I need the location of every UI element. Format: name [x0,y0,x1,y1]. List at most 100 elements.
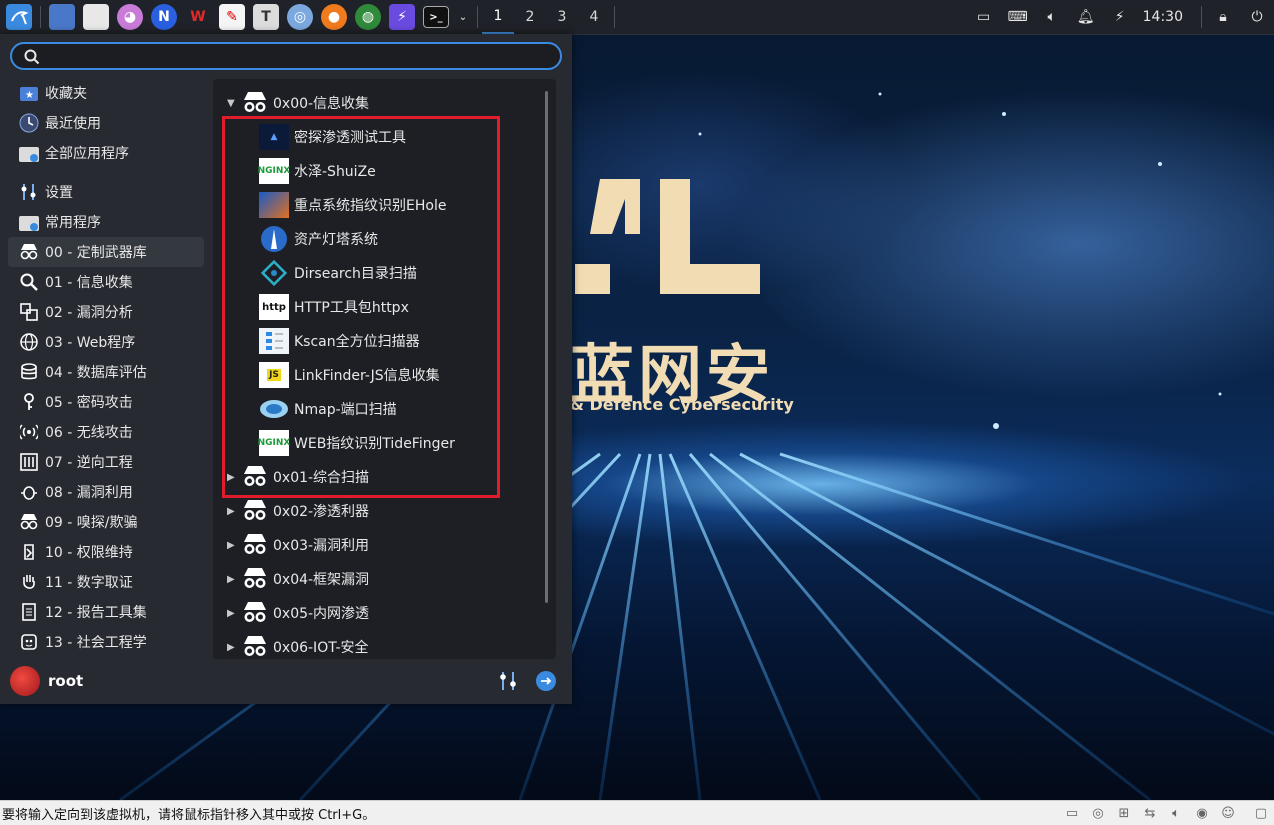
group-label: 0x00-信息收集 [273,96,370,112]
category-label: 全部应用程序 [45,146,129,162]
category-12[interactable]: 12 - 报告工具集 [8,597,204,627]
group-label: 0x03-漏洞利用 [273,538,370,554]
chromium-icon[interactable]: ◎ [287,4,313,30]
search-input[interactable] [10,42,562,70]
category-common[interactable]: 常用程序 [8,207,204,237]
category-label: 设置 [45,185,73,201]
kali-menu-icon[interactable] [6,4,32,30]
settings-manager-icon[interactable] [497,670,519,692]
power-manager-icon[interactable]: ⚡ [1109,6,1131,28]
firefox-icon[interactable]: ● [321,4,347,30]
category-label: 05 - 密码攻击 [45,395,133,411]
group-0x02[interactable]: ▶ 0x02-渗透利器 [227,496,369,526]
category-04[interactable]: 04 - 数据库评估 [8,357,204,387]
category-11[interactable]: 11 - 数字取证 [8,567,204,597]
workspace-1[interactable]: 1 [482,0,514,34]
burp-icon[interactable]: ⚡ [389,4,415,30]
category-06[interactable]: 06 - 无线攻击 [8,417,204,447]
search-icon [24,49,40,65]
collapse-arrow-icon: ▶ [227,505,235,517]
chip-icon [18,451,40,473]
category-13[interactable]: 13 - 社会工程学 [8,627,204,657]
expand-arrow-icon: ▼ [227,97,235,109]
category-recent[interactable]: 最近使用 [8,108,204,138]
svg-text:★: ★ [25,90,34,101]
printer-icon[interactable]: ◉ [1192,803,1212,823]
user-name: root [48,672,84,690]
message-log-icon[interactable]: ▢ [1251,803,1271,823]
category-all-apps[interactable]: 全部应用程序 [8,138,204,168]
notification-bell-icon[interactable]: 🔔︎ [1075,6,1097,28]
screen-icon[interactable]: ▭ [973,6,995,28]
spy-icon [244,636,266,656]
category-03[interactable]: 03 - Web程序 [8,327,204,357]
group-label: 0x04-框架漏洞 [273,572,370,588]
persistence-icon [18,541,40,563]
category-favorites[interactable]: ★ 收藏夹 [8,78,204,108]
desktop-icon[interactable] [49,4,75,30]
file-manager-icon[interactable] [83,4,109,30]
category-05[interactable]: 05 - 密码攻击 [8,387,204,417]
group-0x00[interactable]: ▼ 0x00-信息收集 [227,88,369,118]
cd-icon[interactable]: ◎ [1088,803,1108,823]
category-label: 07 - 逆向工程 [45,455,133,471]
social-icon [18,631,40,653]
terminal-dropdown-icon[interactable]: ⌄ [457,4,469,30]
hard-disk-icon[interactable]: ▭ [1062,803,1082,823]
workspace-3[interactable]: 3 [546,0,578,34]
category-label: 11 - 数字取证 [45,575,133,591]
group-0x05[interactable]: ▶ 0x05-内网渗透 [227,598,369,628]
text-editor-icon[interactable]: ✎ [219,4,245,30]
category-01[interactable]: 01 - 信息收集 [8,267,204,297]
group-0x06[interactable]: ▶ 0x06-IOT-安全 [227,632,369,659]
group-0x03[interactable]: ▶ 0x03-漏洞利用 [227,530,369,560]
collapse-arrow-icon: ▶ [227,539,235,551]
star-folder-icon: ★ [18,82,40,104]
workspace-4[interactable]: 4 [578,0,610,34]
sliders-icon [18,181,40,203]
cat-app-icon[interactable]: ◕ [117,4,143,30]
group-label: 0x06-IOT-安全 [273,640,369,656]
typora-icon[interactable]: T [253,4,279,30]
users-icon[interactable]: ☺ [1218,803,1238,823]
category-label: 02 - 漏洞分析 [45,305,133,321]
terminal-icon[interactable]: >_ [423,6,449,28]
globe-icon [18,331,40,353]
category-00[interactable]: 00 - 定制武器库 [8,237,204,267]
category-10[interactable]: 10 - 权限维持 [8,537,204,567]
category-09[interactable]: 09 - 嗅探/欺骗 [8,507,204,537]
workspace-2[interactable]: 2 [514,0,546,34]
category-settings[interactable]: 设置 [8,177,204,207]
spy-icon [244,500,266,520]
vm-device-icons: ▭ ◎ ⊞ ⇆ 🔈︎ ◉ ☺ ▢ [1059,801,1274,825]
network-icon[interactable]: ⊞ [1114,803,1134,823]
wps-icon[interactable]: W [185,4,211,30]
user-account[interactable]: root [10,666,83,696]
n-app-icon[interactable]: N [151,4,177,30]
globe-app-icon[interactable]: ◍ [355,4,381,30]
group-0x04[interactable]: ▶ 0x04-框架漏洞 [227,564,369,594]
app-list-scrollbar[interactable] [545,91,548,603]
category-02[interactable]: 02 - 漏洞分析 [8,297,204,327]
log-out-icon[interactable] [535,670,557,692]
lock-icon[interactable]: 🔒︎ [1212,6,1234,28]
logout-icon[interactable]: ⏻ [1246,6,1268,28]
vuln-icon [18,301,40,323]
keyboard-icon[interactable]: ⌨ [1007,6,1029,28]
volume-icon[interactable]: 🔈︎ [1041,6,1063,28]
wireless-icon [18,421,40,443]
category-label: 01 - 信息收集 [45,275,133,291]
database-icon [18,361,40,383]
category-08[interactable]: 08 - 漏洞利用 [8,477,204,507]
highlight-box [222,116,500,498]
clock[interactable]: 14:30 [1143,6,1183,28]
usb-icon[interactable]: ⇆ [1140,803,1160,823]
sound-icon[interactable]: 🔈︎ [1166,803,1186,823]
collapse-arrow-icon: ▶ [227,641,235,653]
key-icon [18,391,40,413]
category-07[interactable]: 07 - 逆向工程 [8,447,204,477]
spy-icon [244,568,266,588]
taskbar-separator [614,6,615,28]
sniff-icon [18,511,40,533]
bug-icon [18,481,40,503]
